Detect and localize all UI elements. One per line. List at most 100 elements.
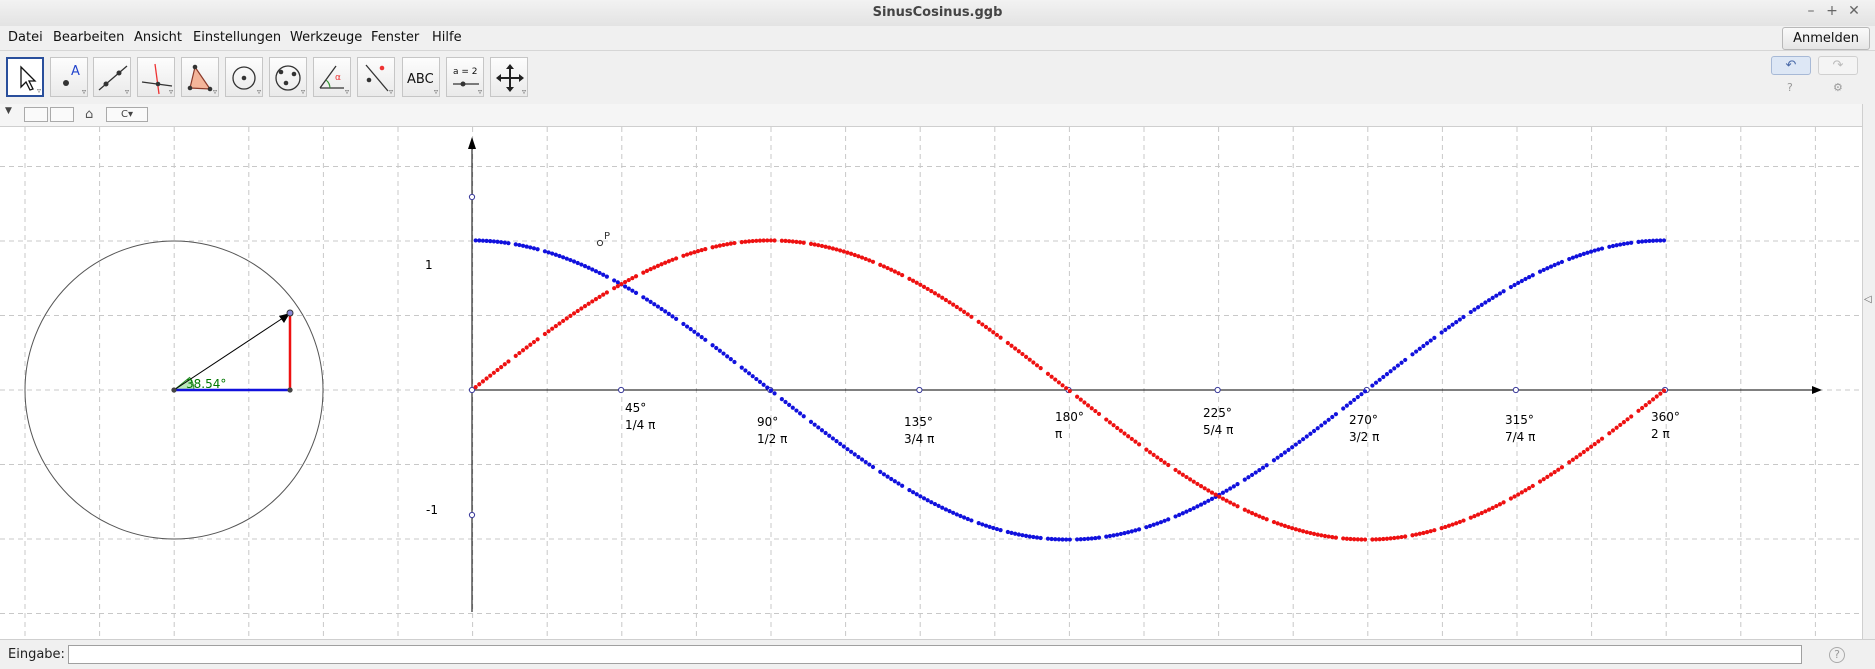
cosine-trace-point [1195, 504, 1200, 509]
x-tick-point[interactable] [618, 386, 625, 394]
show-grid-button[interactable] [50, 107, 74, 122]
minimize-icon[interactable]: – [1802, 3, 1820, 19]
sine-trace-point [655, 263, 661, 268]
sine-trace-point [1527, 486, 1532, 491]
menu-bearbeiten[interactable]: Bearbeiten [53, 30, 124, 45]
cosine-trace-point [1599, 246, 1605, 251]
foot-point[interactable] [287, 387, 293, 393]
point-tool-button[interactable]: A ▿ [50, 57, 88, 97]
sine-trace-point [841, 249, 846, 254]
cosine-trace-point [958, 513, 963, 519]
settings-icon[interactable]: ⚙ [1833, 81, 1843, 94]
sine-trace-point [666, 259, 671, 264]
y-point-minus-1[interactable] [468, 511, 476, 519]
cosine-trace-point [823, 430, 828, 436]
x-tick-point[interactable] [468, 386, 476, 394]
sine-trace-point [652, 265, 657, 270]
cosine-trace-point [827, 433, 832, 438]
right-panel-toggle[interactable]: ◁ [1862, 104, 1875, 639]
cosine-trace-point [1096, 535, 1102, 540]
sine-trace-point [1468, 515, 1473, 520]
input-label: Eingabe: [8, 647, 65, 662]
stylebar-toggle-icon[interactable]: ▼ [5, 106, 12, 116]
cosine-trace-point [732, 359, 737, 365]
sine-trace-point [1217, 494, 1222, 499]
cosine-trace-point [1188, 507, 1193, 513]
menu-werkzeuge[interactable]: Werkzeuge [290, 30, 362, 45]
cosine-trace-point [710, 343, 715, 348]
help-icon[interactable]: ? [1787, 81, 1793, 94]
undo-button[interactable]: ↶ [1771, 56, 1811, 75]
cosine-trace-point [1129, 529, 1134, 534]
cosine-trace-point [579, 262, 584, 267]
input-field[interactable] [68, 645, 1802, 664]
cosine-trace-point [1410, 352, 1415, 357]
point-tool-label: A [71, 64, 80, 79]
move-graphics-tool-button[interactable]: ▿ [490, 57, 528, 97]
cosine-trace-point [644, 297, 650, 302]
circle-point[interactable] [286, 309, 294, 317]
cosine-trace-point [1592, 248, 1597, 253]
cosine-trace-point [1184, 509, 1189, 514]
sine-trace-point [772, 238, 777, 243]
cosine-trace-point [1031, 534, 1036, 540]
sine-trace-point [1096, 411, 1102, 417]
x-tick-point[interactable] [1512, 386, 1519, 394]
cosine-trace-point [1457, 317, 1462, 322]
x-tick-point[interactable] [1214, 386, 1221, 394]
cosine-trace-point [932, 501, 938, 507]
cosine-trace-point [816, 425, 821, 430]
redo-button[interactable]: ↷ [1818, 56, 1858, 75]
sine-trace-point [1209, 490, 1215, 495]
move-tool-button[interactable]: ▿ [6, 57, 44, 97]
cosine-trace-point [1322, 420, 1328, 425]
collapse-arrow-icon[interactable]: ◁ [1864, 294, 1872, 305]
text-tool-button[interactable]: ABC ▿ [402, 57, 440, 97]
menu-fenster[interactable]: Fenster [371, 30, 419, 45]
circle-tool-button[interactable]: ▿ [225, 57, 263, 97]
sine-trace-point [1640, 405, 1645, 411]
show-axes-button[interactable] [24, 107, 48, 122]
cosine-trace-point [838, 441, 843, 446]
line-tool-button[interactable]: ▿ [93, 57, 131, 97]
circle-three-points-tool-button[interactable]: ▿ [269, 57, 307, 97]
maximize-icon[interactable]: + [1823, 3, 1841, 19]
input-help-icon[interactable]: ? [1829, 647, 1845, 663]
menu-ansicht[interactable]: Ansicht [134, 30, 182, 45]
cosine-trace-point [1567, 256, 1572, 262]
x-tick-deg-225: 225° [1203, 406, 1232, 420]
perpendicular-tool-button[interactable]: ▿ [137, 57, 175, 97]
close-icon[interactable]: ✕ [1845, 3, 1863, 19]
circle-center-point[interactable] [171, 387, 177, 393]
polygon-tool-button[interactable]: ▿ [181, 57, 219, 97]
sine-trace-point [1104, 417, 1109, 422]
cosine-trace-point [1537, 269, 1543, 274]
slider-tool-button[interactable]: a = 2 ▿ [446, 57, 484, 97]
point-capturing-dropdown[interactable]: C▾ [106, 107, 148, 122]
angle-tool-button[interactable]: α ▿ [313, 57, 351, 97]
cosine-trace-point [1395, 363, 1401, 368]
cosine-trace-point [754, 376, 759, 382]
sine-trace-point [1249, 511, 1255, 516]
sine-trace-point [1621, 420, 1627, 425]
home-icon[interactable]: ⌂ [85, 107, 93, 122]
login-button[interactable]: Anmelden [1782, 27, 1870, 50]
cosine-trace-point [739, 365, 744, 370]
graphics-canvas[interactable]: 1 -1 38.54° P 45° 1/4 π 90° 1/2 π 135° 3… [0, 127, 1862, 639]
sine-trace-point [863, 256, 868, 262]
cosine-trace-point [623, 284, 628, 289]
menu-hilfe[interactable]: Hilfe [432, 30, 462, 45]
cosine-trace-point [520, 243, 526, 248]
cosine-trace-point [1085, 536, 1091, 541]
cosine-trace-point [1486, 298, 1492, 303]
menu-einstellungen[interactable]: Einstellungen [193, 30, 281, 45]
sine-trace-point [1166, 462, 1171, 468]
y-point-1[interactable] [468, 193, 476, 201]
menu-datei[interactable]: Datei [8, 30, 43, 45]
x-tick-point[interactable] [916, 386, 923, 394]
sine-trace-point [1045, 371, 1051, 376]
trace-point[interactable] [596, 239, 604, 247]
graphics-view[interactable]: 1 -1 38.54° P 45° 1/4 π 90° 1/2 π 135° 3… [0, 127, 1862, 639]
reflect-tool-button[interactable]: ▿ [357, 57, 395, 97]
sine-trace-point [732, 240, 737, 246]
